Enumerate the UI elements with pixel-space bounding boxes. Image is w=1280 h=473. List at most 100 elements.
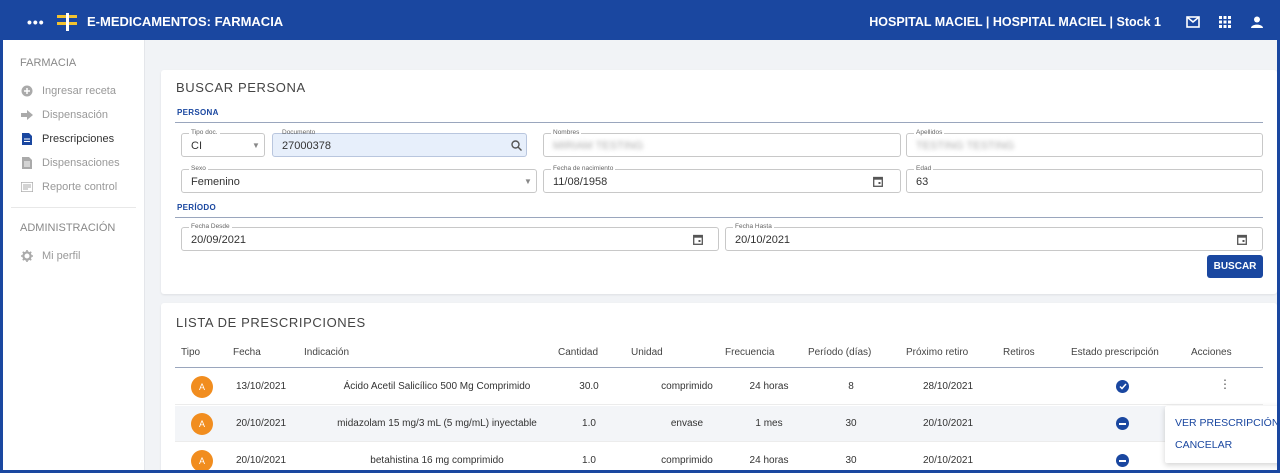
sidebar-item-label: Dispensaciones xyxy=(42,157,120,169)
cell-unidad: comprimido xyxy=(661,381,713,392)
cell-frecuencia: 24 horas xyxy=(749,455,789,466)
sidebar-item-prescripciones[interactable]: Prescripciones xyxy=(3,127,144,151)
table-row[interactable]: A 13/10/2021 Ácido Acetil Salicílico 500… xyxy=(175,369,1263,405)
apellidos-input[interactable]: Apellidos TESTING TESTING xyxy=(906,128,1263,157)
sidebar-item-reporte-control[interactable]: Reporte control xyxy=(3,175,144,199)
fecha-desde-input[interactable]: Fecha Desde 20/09/2021 xyxy=(181,222,719,251)
sidebar-item-label: Ingresar receta xyxy=(42,85,116,97)
fecha-hasta-value: 20/10/2021 xyxy=(735,234,791,246)
fecha-nacimiento-input[interactable]: Fecha de nacimiento 11/08/1958 xyxy=(543,164,901,193)
persona-divider xyxy=(175,122,1263,123)
buscar-button[interactable]: BUSCAR xyxy=(1207,255,1263,278)
apellidos-label: Apellidos xyxy=(914,128,945,138)
sidebar-item-label: Prescripciones xyxy=(42,133,115,145)
hospital-selector[interactable]: HOSPITAL MACIEL | HOSPITAL MACIEL | Stoc… xyxy=(869,15,1161,29)
calendar-icon[interactable] xyxy=(692,233,704,245)
column-header-unidad: Unidad xyxy=(631,347,663,358)
row-actions-menu: VER PRESCRIPCIÓN CANCELAR xyxy=(1165,406,1277,463)
column-header-periodo: Período (días) xyxy=(808,347,872,358)
sidebar-item-dispensacion[interactable]: Dispensación xyxy=(3,103,144,127)
sexo-select[interactable]: Sexo Femenino ▼ xyxy=(181,164,537,193)
sexo-label: Sexo xyxy=(189,164,208,174)
fecha-nacimiento-value: 11/08/1958 xyxy=(553,176,608,188)
cell-unidad: comprimido xyxy=(661,455,713,466)
search-person-card: BUSCAR PERSONA PERSONA Tipo doc. CI ▼ Do… xyxy=(161,70,1277,294)
check-circle-icon xyxy=(1116,380,1129,393)
cell-fecha: 13/10/2021 xyxy=(235,381,287,392)
calendar-icon[interactable] xyxy=(872,175,884,187)
table-row[interactable]: A 20/10/2021 betahistina 16 mg comprimid… xyxy=(175,443,1263,470)
tipo-doc-select[interactable]: Tipo doc. CI ▼ xyxy=(181,128,265,157)
plus-circle-icon xyxy=(21,85,33,97)
app-title: E-MEDICAMENTOS: FARMACIA xyxy=(87,14,284,29)
menu-item-cancelar[interactable]: CANCELAR xyxy=(1175,439,1232,451)
tipo-badge: A xyxy=(191,450,213,470)
apps-menu-icon[interactable]: ••• xyxy=(27,14,49,30)
sidebar-item-dispensaciones[interactable]: Dispensaciones xyxy=(3,151,144,175)
calendar-icon[interactable] xyxy=(1236,233,1248,245)
app-logo xyxy=(57,11,77,33)
user-icon[interactable] xyxy=(1249,14,1265,30)
prescriptions-list-card: LISTA DE PRESCRIPCIONES Tipo Fecha Indic… xyxy=(161,303,1277,470)
gear-icon xyxy=(21,250,33,262)
tipo-doc-label: Tipo doc. xyxy=(189,128,220,138)
cell-cantidad: 30.0 xyxy=(579,381,599,392)
column-header-tipo: Tipo xyxy=(181,347,201,358)
sidebar-item-ingresar-receta[interactable]: Ingresar receta xyxy=(3,79,144,103)
cell-periodo: 30 xyxy=(845,418,857,429)
table-header-divider xyxy=(175,367,1263,368)
search-title: BUSCAR PERSONA xyxy=(176,80,306,95)
arrow-right-icon xyxy=(21,109,33,121)
fecha-hasta-input[interactable]: Fecha Hasta 20/10/2021 xyxy=(725,222,1263,251)
cell-indicacion: Ácido Acetil Salicílico 500 Mg Comprimid… xyxy=(343,381,531,392)
sexo-value: Femenino xyxy=(191,176,240,188)
grid-apps-icon[interactable] xyxy=(1217,14,1233,30)
mail-icon[interactable] xyxy=(1185,14,1201,30)
apellidos-value: TESTING TESTING xyxy=(916,140,1015,152)
periodo-heading: PERÍODO xyxy=(177,203,216,212)
nombres-input[interactable]: Nombres MIRIAM TESTING xyxy=(543,128,901,157)
documento-input[interactable]: Documento 27000378 xyxy=(272,129,527,157)
periodo-divider xyxy=(175,217,1263,218)
column-header-estado: Estado prescripción xyxy=(1071,347,1159,358)
cell-periodo: 30 xyxy=(845,455,857,466)
sidebar: FARMACIA Ingresar receta Dispensación Pr… xyxy=(3,40,145,470)
sidebar-item-label: Reporte control xyxy=(42,181,118,193)
cell-cantidad: 1.0 xyxy=(582,455,596,466)
column-header-cantidad: Cantidad xyxy=(558,347,599,358)
sidebar-section-farmacia: FARMACIA xyxy=(20,57,77,69)
cell-fecha: 20/10/2021 xyxy=(235,418,287,429)
tipo-badge: A xyxy=(191,413,213,435)
more-vertical-icon[interactable]: ⋮ xyxy=(1219,377,1231,391)
chevron-down-icon: ▼ xyxy=(252,141,260,150)
documento-label: Documento xyxy=(282,129,316,136)
edad-input[interactable]: Edad 63 xyxy=(906,164,1263,193)
table-row[interactable]: A 20/10/2021 midazolam 15 mg/3 mL (5 mg/… xyxy=(175,406,1263,442)
top-bar: ••• E-MEDICAMENTOS: FARMACIA HOSPITAL MA… xyxy=(3,3,1277,40)
sidebar-item-mi-perfil[interactable]: Mi perfil xyxy=(3,244,144,268)
fecha-desde-value: 20/09/2021 xyxy=(191,234,247,246)
sidebar-item-label: Dispensación xyxy=(42,109,109,121)
fecha-nacimiento-label: Fecha de nacimiento xyxy=(551,164,616,174)
chevron-down-icon: ▼ xyxy=(524,177,532,186)
cell-frecuencia: 24 horas xyxy=(749,381,789,392)
menu-item-ver-prescripcion[interactable]: VER PRESCRIPCIÓN xyxy=(1175,417,1277,429)
cell-indicacion: betahistina 16 mg comprimido xyxy=(370,455,504,466)
edad-value: 63 xyxy=(916,176,929,188)
column-header-retiros: Retiros xyxy=(1003,347,1035,358)
minus-circle-icon xyxy=(1116,417,1129,430)
cell-frecuencia: 1 mes xyxy=(755,418,783,429)
nombres-label: Nombres xyxy=(551,128,582,138)
document-list-icon xyxy=(21,157,33,169)
tipo-badge: A xyxy=(191,376,213,398)
documento-value: 27000378 xyxy=(282,140,331,152)
tipo-doc-value: CI xyxy=(191,140,202,152)
sidebar-item-label: Mi perfil xyxy=(42,250,81,262)
fecha-hasta-label: Fecha Hasta xyxy=(733,222,774,232)
cell-proximo-retiro: 28/10/2021 xyxy=(922,381,974,392)
search-icon[interactable] xyxy=(510,139,522,151)
cell-unidad: envase xyxy=(670,418,704,429)
persona-heading: PERSONA xyxy=(177,108,219,117)
column-header-acciones: Acciones xyxy=(1191,347,1232,358)
edad-label: Edad xyxy=(914,164,934,174)
